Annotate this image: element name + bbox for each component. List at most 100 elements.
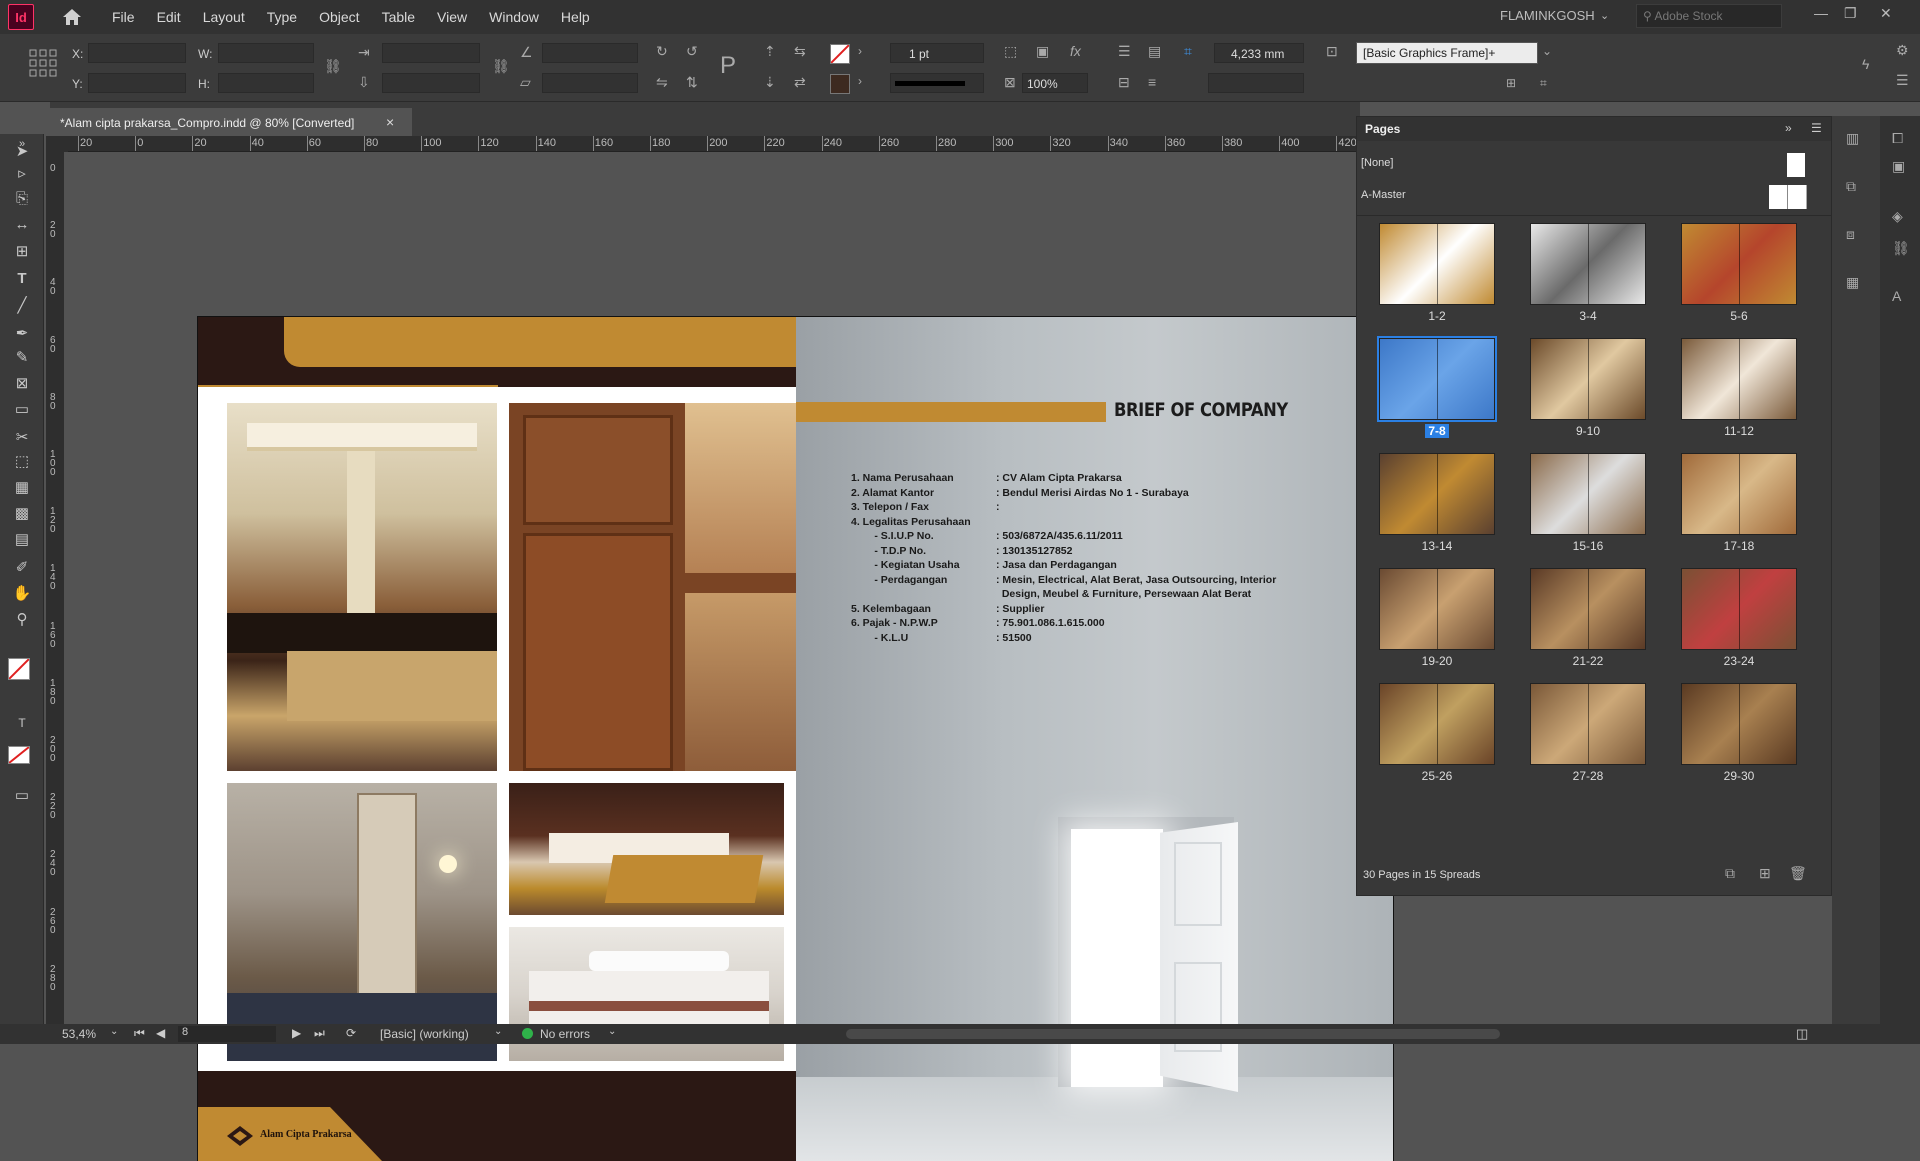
gradient-feather-tool-icon[interactable]: ▩ <box>10 504 34 524</box>
delete-page-icon[interactable]: 🗑 <box>1789 865 1807 882</box>
stroke-weight-field[interactable]: 1 pt <box>890 43 984 63</box>
settings-gear-icon[interactable]: ⚙ <box>1896 42 1909 59</box>
text-wrap-none-icon[interactable]: ☰ <box>1118 43 1131 60</box>
pasteboard[interactable]: Alam Cipta Prakarsa BRIEF OF COMPANY 1. … <box>64 152 1393 1161</box>
edit-page-size-icon[interactable]: ⧉ <box>1725 865 1735 882</box>
pages-panel-menu-icon[interactable]: ☰ <box>1811 121 1822 135</box>
width-field[interactable] <box>218 43 314 63</box>
spread-label[interactable]: 17-18 <box>1681 539 1797 553</box>
close-icon[interactable]: ✕ <box>1880 5 1892 22</box>
select-previous-icon[interactable]: ⇆ <box>794 43 806 60</box>
chevron-down-icon[interactable]: ⌄ <box>1600 9 1609 22</box>
previous-page-icon[interactable]: ◀ <box>156 1026 165 1040</box>
content-collector-icon[interactable]: ⊞ <box>10 242 34 262</box>
spread-thumbnail[interactable] <box>1379 683 1495 765</box>
clear-overrides-icon[interactable]: ⊞ <box>1506 76 1516 90</box>
photo-wooden-cabinet[interactable] <box>509 403 796 771</box>
document-status-icon[interactable]: ⟳ <box>346 1026 356 1040</box>
last-page-icon[interactable]: ⏭ <box>314 1026 325 1041</box>
spread-thumbnail[interactable] <box>1681 223 1797 305</box>
formatting-affects-text-icon[interactable]: T <box>10 716 34 736</box>
free-transform-tool-icon[interactable]: ⬚ <box>10 452 34 472</box>
direction-p-icon[interactable]: P <box>720 52 736 80</box>
fill-none-swatch[interactable] <box>830 44 850 64</box>
gap-field[interactable]: 4,233 mm <box>1214 43 1304 63</box>
spread-thumbnail[interactable] <box>1681 683 1797 765</box>
spread-label[interactable]: 3-4 <box>1530 309 1646 323</box>
first-page-icon[interactable]: ⏮ <box>134 1026 145 1041</box>
effects-fx-icon[interactable]: fx <box>1070 43 1081 59</box>
menu-object[interactable]: Object <box>319 9 359 25</box>
page-tool-icon[interactable]: ⎘ <box>10 190 34 210</box>
spread-thumbnail[interactable] <box>1379 223 1495 305</box>
preflight-profile[interactable]: [Basic] (working) <box>380 1027 469 1041</box>
master-a[interactable]: A-Master <box>1361 189 1406 201</box>
minimize-icon[interactable]: — <box>1814 5 1828 21</box>
preflight-status[interactable]: No errors <box>540 1027 590 1041</box>
spread-label[interactable]: 23-24 <box>1681 654 1797 668</box>
properties-panel-icon[interactable]: ▣ <box>1892 158 1905 175</box>
text-wrap-box-icon[interactable]: ▤ <box>1148 43 1161 60</box>
menu-view[interactable]: View <box>437 9 467 25</box>
wrap-jump-icon[interactable]: ⊟ <box>1118 74 1130 91</box>
spread-label[interactable]: 1-2 <box>1379 309 1495 323</box>
menu-window[interactable]: Window <box>489 9 539 25</box>
pencil-tool-icon[interactable]: ✎ <box>10 348 34 368</box>
chevron-down-icon[interactable]: ⌄ <box>110 1026 118 1037</box>
rectangle-frame-tool-icon[interactable]: ⊠ <box>10 374 34 394</box>
stroke-type-dropdown[interactable] <box>890 73 984 93</box>
spread-label[interactable]: 19-20 <box>1379 654 1495 668</box>
user-account[interactable]: FLAMINKGOSH <box>1500 8 1595 23</box>
horizontal-ruler[interactable]: 20 0 20 40 60 80 100 120 140 160 180 200 220 240 260 28… <box>68 136 1360 152</box>
spread-label[interactable]: 15-16 <box>1530 539 1646 553</box>
spread-label[interactable]: 9-10 <box>1530 424 1646 438</box>
reference-point-icon[interactable] <box>28 48 58 78</box>
ruler-origin[interactable] <box>46 136 68 152</box>
vertical-ruler[interactable]: 0 20 40 60 80 100 120 140 160 180 200 220 240 260 280 <box>46 152 64 1024</box>
page-number-field[interactable]: 8 <box>178 1026 276 1042</box>
menu-edit[interactable]: Edit <box>157 9 181 25</box>
spread-thumbnail[interactable] <box>1530 683 1646 765</box>
master-none[interactable]: [None] <box>1361 157 1393 169</box>
shear-field[interactable] <box>542 73 638 93</box>
select-next-icon[interactable]: ⇄ <box>794 74 806 91</box>
close-tab-icon[interactable]: × <box>386 114 394 130</box>
type-tool-icon[interactable]: T <box>10 270 34 290</box>
spread-label[interactable]: 21-22 <box>1530 654 1646 668</box>
rotate-cw-icon[interactable]: ↻ <box>656 43 668 60</box>
object-style-dropdown[interactable]: [Basic Graphics Frame]+ <box>1356 42 1538 64</box>
object-style-icon[interactable]: ⊡ <box>1326 43 1338 60</box>
scale-x-field[interactable] <box>382 43 480 63</box>
document-tab[interactable]: *Alam cipta prakarsa_Compro.indd @ 80% [… <box>50 108 412 138</box>
adobe-stock-search[interactable]: ⚲ Adobe Stock <box>1636 4 1782 28</box>
note-tool-icon[interactable]: ▤ <box>10 530 34 550</box>
rectangle-tool-icon[interactable]: ▭ <box>10 400 34 420</box>
spread-thumbnail[interactable] <box>1530 453 1646 535</box>
links-icon[interactable]: ⛓ <box>1892 240 1910 257</box>
spread-thumbnail[interactable] <box>1530 223 1646 305</box>
new-page-icon[interactable]: ⊞ <box>1759 865 1771 882</box>
selection-tool-icon[interactable]: ➤ <box>10 142 34 162</box>
pages-panel-title[interactable]: Pages <box>1365 122 1400 136</box>
direct-selection-tool-icon[interactable]: ▹ <box>10 164 34 184</box>
spread-thumbnail[interactable] <box>1681 453 1797 535</box>
select-content-icon[interactable]: ⇣ <box>764 74 776 91</box>
menu-help[interactable]: Help <box>561 9 590 25</box>
spread-thumbnail[interactable] <box>1681 338 1797 420</box>
spread-thumbnail[interactable] <box>1530 568 1646 650</box>
rotate-angle-icon[interactable]: ∠ <box>520 44 533 61</box>
spread-label[interactable]: 13-14 <box>1379 539 1495 553</box>
cc-libraries-icon[interactable]: ⧉ <box>1846 178 1856 195</box>
scale-y-icon[interactable]: ⇩ <box>358 74 370 91</box>
home-icon[interactable] <box>60 5 84 29</box>
spread-label[interactable]: 25-26 <box>1379 769 1495 783</box>
height-field[interactable] <box>218 73 314 93</box>
stroke-swatch[interactable] <box>830 74 850 94</box>
scissors-tool-icon[interactable]: ✂ <box>10 428 34 448</box>
menu-type[interactable]: Type <box>267 9 297 25</box>
photo-interior-kitchen[interactable] <box>227 403 497 771</box>
frame-fitting-dropdown[interactable] <box>1208 73 1304 93</box>
constrain-scale-icon[interactable]: ⛓ <box>492 58 510 75</box>
expand-panel-icon[interactable]: » <box>1785 121 1792 135</box>
next-page-icon[interactable]: ▶ <box>292 1026 301 1040</box>
